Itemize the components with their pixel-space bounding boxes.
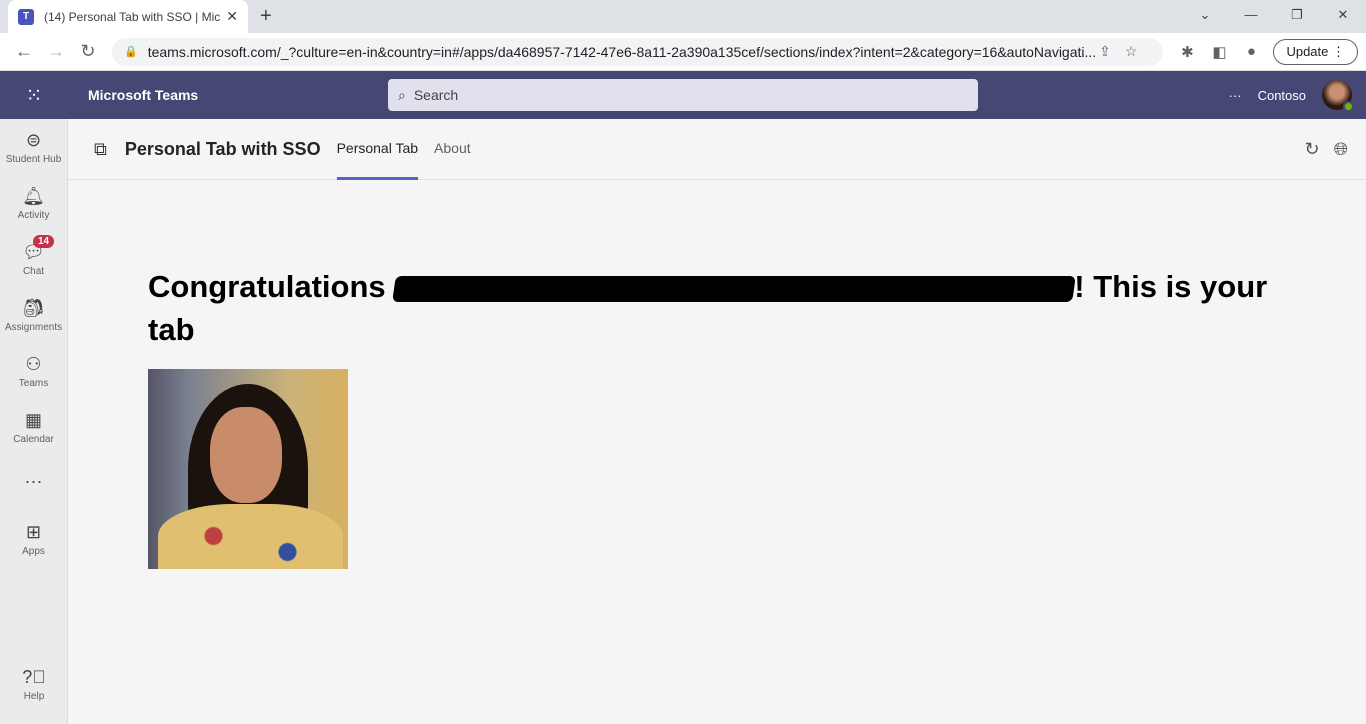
avatar[interactable] (1322, 80, 1354, 112)
org-name[interactable]: Contoso (1258, 88, 1306, 103)
search-input[interactable]: ⌕ Search (388, 79, 978, 111)
app-name: Microsoft Teams (88, 87, 199, 103)
app-title: Personal Tab with SSO (124, 138, 321, 159)
bell-icon: 🔔︎ (22, 185, 45, 206)
rail-item-apps[interactable]: ⊞ Apps (0, 511, 67, 567)
rail-more-button[interactable]: ··· (0, 455, 67, 511)
presence-available-icon (1343, 101, 1354, 112)
calendar-icon: ▦ (24, 409, 42, 430)
back-icon[interactable]: ← (8, 41, 40, 62)
help-icon: ?⃝ (22, 666, 46, 687)
apps-icon: ⊞ (25, 521, 42, 542)
close-tab-icon[interactable]: ✕ (226, 8, 238, 25)
teams-header: ⁙ Microsoft Teams ⌕ Search ··· Contoso (0, 71, 1366, 119)
browser-tabstrip: T (14) Personal Tab with SSO | Microsoft… (0, 0, 1366, 33)
app-rail: ⊜ Student Hub 🔔︎ Activity 💬︎ 14 Chat 🎒︎ Assig… (0, 119, 68, 724)
reload-icon[interactable]: ↻ (72, 41, 104, 62)
more-options-icon[interactable]: ··· (1229, 88, 1242, 103)
extensions-icon[interactable]: ✱ (1171, 43, 1203, 61)
main-content: ⧉ Personal Tab with SSO Personal Tab Abo… (68, 119, 1366, 724)
student-hub-icon: ⊜ (25, 129, 42, 150)
app-header: ⧉ Personal Tab with SSO Personal Tab Abo… (68, 119, 1366, 180)
rail-item-student-hub[interactable]: ⊜ Student Hub (0, 119, 67, 175)
share-icon[interactable]: ⇪ (1099, 43, 1125, 59)
globe-icon[interactable]: 🌐︎ (1334, 139, 1348, 160)
chat-badge: 14 (33, 235, 55, 248)
app-icon: ⧉ (94, 138, 107, 159)
app-launcher-icon[interactable]: ⁙ (0, 83, 68, 108)
address-bar[interactable]: 🔒 teams.microsoft.com/_?culture=en-in&co… (112, 37, 1164, 66)
rail-item-chat[interactable]: 💬︎ 14 Chat (0, 231, 67, 287)
bookmark-star-icon[interactable]: ☆ (1125, 43, 1152, 59)
rail-item-assignments[interactable]: 🎒︎ Assignments (0, 287, 67, 343)
browser-toolbar: ← → ↻ 🔒 teams.microsoft.com/_?culture=en… (0, 33, 1366, 71)
minimize-button[interactable]: — (1228, 0, 1274, 30)
forward-icon[interactable]: → (40, 41, 72, 62)
user-profile-photo (148, 369, 348, 569)
profile-icon[interactable]: ● (1235, 43, 1267, 60)
backpack-icon: 🎒︎ (22, 297, 45, 318)
url-text: teams.microsoft.com/_?culture=en-in&coun… (147, 43, 1097, 60)
redacted-email (392, 275, 1077, 302)
greeting-heading: Congratulations ! This is your tab (148, 269, 1268, 347)
restore-button[interactable]: ❐ (1274, 0, 1320, 30)
tab-personal-tab[interactable]: Personal Tab (336, 119, 419, 180)
side-panel-icon[interactable]: ◧ (1203, 43, 1235, 61)
search-icon: ⌕ (398, 86, 406, 103)
browser-tab[interactable]: T (14) Personal Tab with SSO | Microsoft… (8, 0, 248, 33)
rail-item-activity[interactable]: 🔔︎ Activity (0, 175, 67, 231)
lock-icon: 🔒 (124, 46, 138, 58)
new-tab-button[interactable]: + (260, 5, 272, 28)
teams-icon: ⚇ (25, 353, 42, 374)
more-icon: ··· (24, 471, 43, 491)
rail-item-calendar[interactable]: ▦ Calendar (0, 399, 67, 455)
tab-about[interactable]: About (434, 119, 471, 180)
refresh-icon[interactable]: ↻ (1305, 139, 1320, 160)
update-button[interactable]: Update ⋮ (1273, 38, 1358, 65)
close-window-button[interactable]: ✕ (1320, 0, 1366, 30)
teams-favicon-icon: T (18, 8, 34, 25)
rail-item-help[interactable]: ?⃝ Help (0, 656, 68, 712)
rail-item-teams[interactable]: ⚇ Teams (0, 343, 67, 399)
tab-search-icon[interactable]: ⌄ (1182, 0, 1228, 30)
tab-title: (14) Personal Tab with SSO | Microsoft T… (44, 9, 221, 24)
window-controls: ⌄ — ❐ ✕ (1182, 0, 1366, 30)
